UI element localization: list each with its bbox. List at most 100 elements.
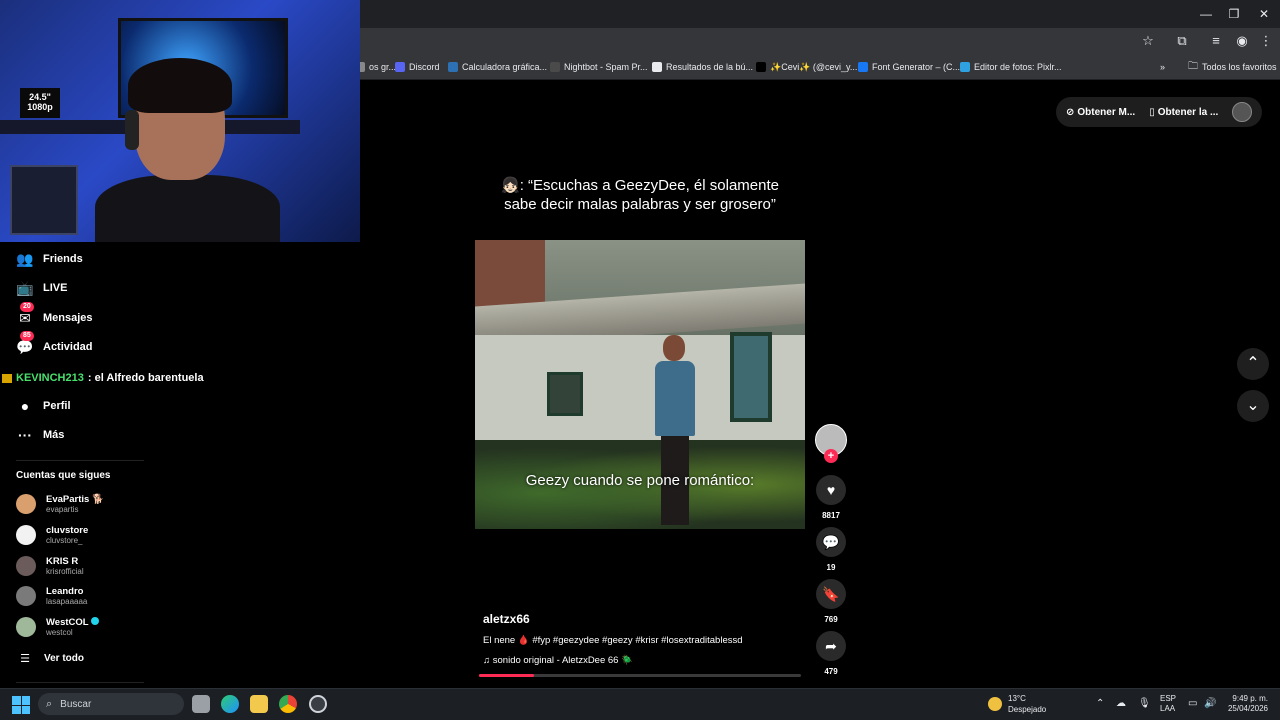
followed-account[interactable]: cluvstore cluvstore_	[16, 522, 88, 548]
avatar	[16, 525, 36, 545]
get-mobile-app-button[interactable]: Obtener la ...	[1158, 107, 1219, 118]
lang-layout: LAA	[1160, 704, 1176, 713]
media-controls-icon[interactable]: ≡	[1208, 33, 1224, 49]
bookmark-label: os gr...	[369, 62, 397, 72]
like-button[interactable]: ♥	[816, 475, 846, 505]
bookmark-label: ✨Cevi✨ (@cevi_y...	[770, 61, 858, 72]
video-top-caption: 👧🏻: “Escuchas a GeezyDee, él solamente s…	[501, 177, 779, 213]
sidebar-item-mensajes[interactable]: ✉ 20 Mensajes	[16, 302, 93, 328]
notification-badge: 20	[20, 302, 34, 312]
save-count: 769	[824, 615, 838, 624]
chevron-up-icon: ⌃	[1246, 355, 1260, 372]
video-player[interactable]: Geezy cuando se pone romántico:	[475, 240, 805, 529]
heart-icon: ♥	[826, 482, 836, 498]
bookmark-item[interactable]: Font Generator – (C...	[858, 60, 960, 74]
file-explorer-icon[interactable]	[250, 695, 268, 713]
following-header: Cuentas que sigues	[16, 470, 111, 481]
account-handle: evapartis	[46, 504, 79, 514]
previous-video-button[interactable]: ⌃	[1237, 348, 1269, 380]
onedrive-icon[interactable]: ☁	[1116, 698, 1126, 709]
volume-icon[interactable]: 🔊	[1204, 698, 1216, 709]
followed-account[interactable]: Leandro lasapaaaaa	[16, 583, 87, 609]
bookmark-favicon-icon	[960, 62, 970, 72]
taskbar-weather[interactable]: 13°C Despejado	[988, 693, 1046, 715]
windows-start-button[interactable]	[12, 696, 30, 714]
sidebar-item-label: LIVE	[43, 282, 68, 294]
video-scene-window	[547, 372, 583, 416]
sidebar-item-label: Más	[43, 429, 65, 441]
sidebar-item-friends[interactable]: 👥 Friends	[16, 249, 82, 269]
user-avatar[interactable]	[1232, 102, 1253, 122]
video-music[interactable]: ♫ sonido original - AletzxDee 66 🪲	[483, 655, 633, 666]
sidebar-item-actividad[interactable]: 💬 85 Actividad	[16, 331, 93, 357]
account-handle: cluvstore_	[46, 535, 83, 545]
profile-icon: ●	[20, 398, 30, 414]
avatar	[16, 556, 36, 576]
video-overlay-caption: Geezy cuando se pone romántico:	[525, 472, 755, 489]
profile-avatar-icon[interactable]: ◉	[1234, 33, 1250, 49]
account-handle: westcol	[46, 627, 73, 637]
divider	[16, 682, 144, 683]
share-button[interactable]: ➦	[816, 631, 846, 661]
save-button[interactable]: 🔖	[816, 579, 846, 609]
account-handle: krisrofficial	[46, 566, 84, 576]
bookmark-label: Nightbot - Spam Pr...	[564, 62, 648, 72]
get-pc-app-button[interactable]: Obtener M...	[1077, 107, 1135, 118]
bookmark-label: Font Generator – (C...	[872, 62, 961, 72]
bookmark-favicon-icon	[550, 62, 560, 72]
bookmark-item[interactable]: os gr...	[355, 60, 396, 74]
extensions-icon[interactable]: ⧉	[1174, 33, 1190, 49]
stream-chat-message: KEVINCH213 : el Alfredo barentuela	[2, 370, 204, 386]
more-bookmarks-icon[interactable]: »	[1160, 60, 1165, 74]
weather-temp: 13°C	[1008, 694, 1026, 703]
follow-plus-icon[interactable]: +	[824, 449, 838, 463]
followed-account[interactable]: KRIS Rkrisrofficial	[16, 553, 84, 579]
divider	[16, 460, 144, 461]
bookmark-item[interactable]: Discord	[395, 60, 440, 74]
taskbar-search[interactable]: ⌕ Buscar	[38, 693, 184, 715]
see-all-link[interactable]: ☰ Ver todo	[16, 650, 84, 666]
comment-button[interactable]: 💬	[816, 527, 846, 557]
bookmark-item[interactable]: ✨Cevi✨ (@cevi_y...	[756, 60, 857, 74]
taskbar-clock[interactable]: 9:49 p. m. 25/04/2026	[1222, 694, 1268, 714]
sidebar-item-live[interactable]: 📺 LIVE	[16, 278, 67, 298]
bookmark-item[interactable]: Resultados de la bú...	[652, 60, 753, 74]
verified-icon	[90, 616, 99, 625]
microphone-icon[interactable]: 🎙	[1138, 698, 1151, 709]
next-video-button[interactable]: ⌄	[1237, 390, 1269, 422]
followed-account[interactable]: EvaPartis 🐕 evapartis	[16, 491, 104, 517]
followed-account[interactable]: WestCOL westcol	[16, 614, 99, 640]
list-icon: ☰	[20, 652, 30, 665]
see-all-label: Ver todo	[44, 652, 85, 664]
restore-button[interactable]: ❐	[1225, 5, 1243, 23]
bookmark-item[interactable]: Nightbot - Spam Pr...	[550, 60, 648, 74]
input-language[interactable]: ESP LAA	[1160, 694, 1176, 714]
bookmark-item[interactable]: Calculadora gráfica...	[448, 60, 547, 74]
edge-icon[interactable]	[221, 695, 239, 713]
video-author-username[interactable]: aletzx66	[483, 612, 530, 626]
chrome-icon[interactable]	[279, 695, 297, 713]
sidebar-item-perfil[interactable]: ● Perfil	[16, 396, 71, 416]
notification-badge: 85	[20, 331, 34, 341]
tray-overflow-icon[interactable]: ⌃	[1096, 698, 1104, 709]
sidebar-item-label: Actividad	[43, 341, 93, 353]
video-scene-shrine	[730, 332, 772, 422]
close-button[interactable]: ✕	[1255, 5, 1273, 23]
like-count: 8817	[822, 511, 840, 520]
sidebar-item-ms[interactable]: ··· Más	[16, 425, 64, 445]
webcam-pc-case	[10, 165, 78, 235]
bookmark-icon: 🔖	[822, 586, 840, 602]
crown-badge-icon	[2, 373, 12, 383]
bookmark-item[interactable]: Editor de fotos: Pixlr...	[960, 60, 1062, 74]
avatar	[16, 617, 36, 637]
minimize-button[interactable]: —	[1197, 5, 1215, 23]
obs-icon[interactable]	[309, 695, 327, 713]
all-favorites-folder[interactable]: 🗀 Todos los favoritos	[1188, 60, 1277, 74]
share-count: 479	[824, 667, 838, 676]
network-icon[interactable]: ▭	[1188, 698, 1197, 709]
monitor-sticker: 24.5" 1080p	[20, 88, 60, 118]
task-view-icon[interactable]	[192, 695, 210, 713]
video-progress-bar[interactable]	[479, 674, 801, 677]
bookmark-star-icon[interactable]: ☆	[1140, 33, 1156, 49]
browser-menu-icon[interactable]: ⋮	[1258, 33, 1274, 49]
